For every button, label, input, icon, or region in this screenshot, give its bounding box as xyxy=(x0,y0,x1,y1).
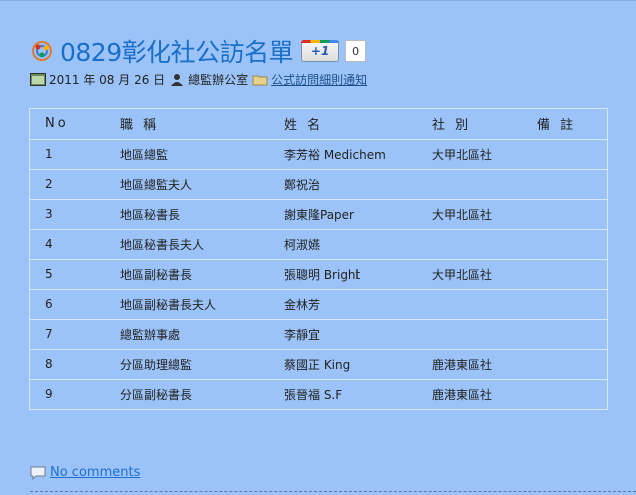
google-plusone-button[interactable]: +1 xyxy=(301,40,340,62)
rotary-logo-icon xyxy=(32,41,52,61)
cell-title: 地區秘書長夫人 xyxy=(118,229,284,260)
cell-no: 9 xyxy=(45,387,53,402)
cell-title: 總監辦事處 xyxy=(118,319,284,350)
cell-club: 大甲北區社 xyxy=(432,259,537,290)
cell-name: 張晉福 S.F xyxy=(284,387,343,402)
cell-title: 地區總監 xyxy=(118,139,284,170)
cell-remarks xyxy=(537,289,607,320)
cell-remarks xyxy=(537,139,607,170)
comments-section: No comments xyxy=(30,465,140,480)
table-row: 4 地區秘書長夫人 柯淑嬿 xyxy=(30,229,607,260)
table-row: 8 分區助理總監 蔡國正 King 鹿港東區社 xyxy=(30,349,607,380)
header-name: 姓 名 xyxy=(284,109,432,140)
cell-remarks xyxy=(537,169,607,200)
cell-no: 4 xyxy=(30,229,118,260)
header-title: 職 稱 xyxy=(118,109,284,140)
table-row: 2 地區總監夫人 鄭祝治 xyxy=(30,169,607,200)
table-row: 9 分區副秘書長 張晉福 S.F 鹿港東區社 xyxy=(30,379,607,409)
no-comments-link[interactable]: No comments xyxy=(50,465,140,480)
calendar-icon xyxy=(30,73,46,86)
post-meta: 2011 年 08 月 26 日 總監辦公室 公式訪問細則通知 xyxy=(30,71,367,88)
footer-divider xyxy=(30,491,636,492)
post-author: 總監辦公室 xyxy=(188,73,249,87)
cell-title: 地區總監夫人 xyxy=(118,169,284,200)
visit-list-table: No 職 稱 姓 名 社 別 備 註 1 地區總監 李芳裕 Medichem 大… xyxy=(29,108,608,410)
cell-name: 李芳裕 Medichem xyxy=(284,139,432,170)
header-club: 社 別 xyxy=(432,109,537,140)
cell-no: 8 xyxy=(30,349,118,380)
post-date: 2011 年 08 月 26 日 xyxy=(49,73,166,87)
user-icon xyxy=(171,74,184,86)
cell-club: 大甲北區社 xyxy=(432,199,537,230)
cell-name: 李靜宜 xyxy=(284,319,432,350)
cell-title: 地區秘書長 xyxy=(118,199,284,230)
cell-remarks xyxy=(537,319,607,350)
cell-no: 6 xyxy=(30,289,118,320)
cell-name: 蔡國正 King xyxy=(284,349,432,380)
cell-title: 分區副秘書長 xyxy=(120,387,193,402)
cell-club: 鹿港東區社 xyxy=(432,349,537,380)
cell-name: 鄭祝治 xyxy=(284,169,432,200)
cell-club: 大甲北區社 xyxy=(432,139,537,170)
folder-icon xyxy=(252,75,268,86)
cell-club xyxy=(432,229,537,260)
cell-club xyxy=(432,319,537,350)
cell-no: 5 xyxy=(30,259,118,290)
plusone-count: 0 xyxy=(345,40,367,62)
cell-title: 地區副秘書長 xyxy=(118,259,284,290)
top-frame-border xyxy=(0,0,636,8)
table-row: 5 地區副秘書長 張聰明 Bright 大甲北區社 xyxy=(30,259,607,290)
cell-remarks xyxy=(537,199,607,230)
post-title[interactable]: 0829彰化社公訪名單 xyxy=(60,33,294,69)
cell-title: 分區助理總監 xyxy=(118,349,284,380)
cell-club: 鹿港東區社 xyxy=(432,387,493,402)
cell-name: 謝東隆Paper xyxy=(284,199,432,230)
cell-name: 金林芳 xyxy=(284,289,432,320)
cell-club xyxy=(432,289,537,320)
cell-name: 柯淑嬿 xyxy=(284,229,432,260)
header-remarks: 備 註 xyxy=(537,109,607,140)
table-row: 3 地區秘書長 謝東隆Paper 大甲北區社 xyxy=(30,199,607,230)
table-row: 6 地區副秘書長夫人 金林芳 xyxy=(30,289,607,320)
cell-no: 2 xyxy=(30,169,118,200)
cell-no: 1 xyxy=(30,139,118,170)
post-header: 0829彰化社公訪名單 +1 0 xyxy=(30,33,367,69)
header-no: No xyxy=(30,109,118,140)
cell-remarks xyxy=(537,229,607,260)
cell-title: 地區副秘書長夫人 xyxy=(118,289,284,320)
comment-icon xyxy=(30,466,46,480)
cell-no: 3 xyxy=(30,199,118,230)
cell-no: 7 xyxy=(30,319,118,350)
table-header-row: No 職 稱 姓 名 社 別 備 註 xyxy=(30,109,607,140)
cell-club xyxy=(432,169,537,200)
cell-remarks xyxy=(537,379,607,409)
table-row: 1 地區總監 李芳裕 Medichem 大甲北區社 xyxy=(30,139,607,170)
table-row: 7 總監辦事處 李靜宜 xyxy=(30,319,607,350)
post-category-link[interactable]: 公式訪問細則通知 xyxy=(271,71,367,88)
cell-remarks xyxy=(537,259,607,290)
text-cursor-icon: I xyxy=(355,268,359,283)
cell-remarks xyxy=(537,349,607,380)
